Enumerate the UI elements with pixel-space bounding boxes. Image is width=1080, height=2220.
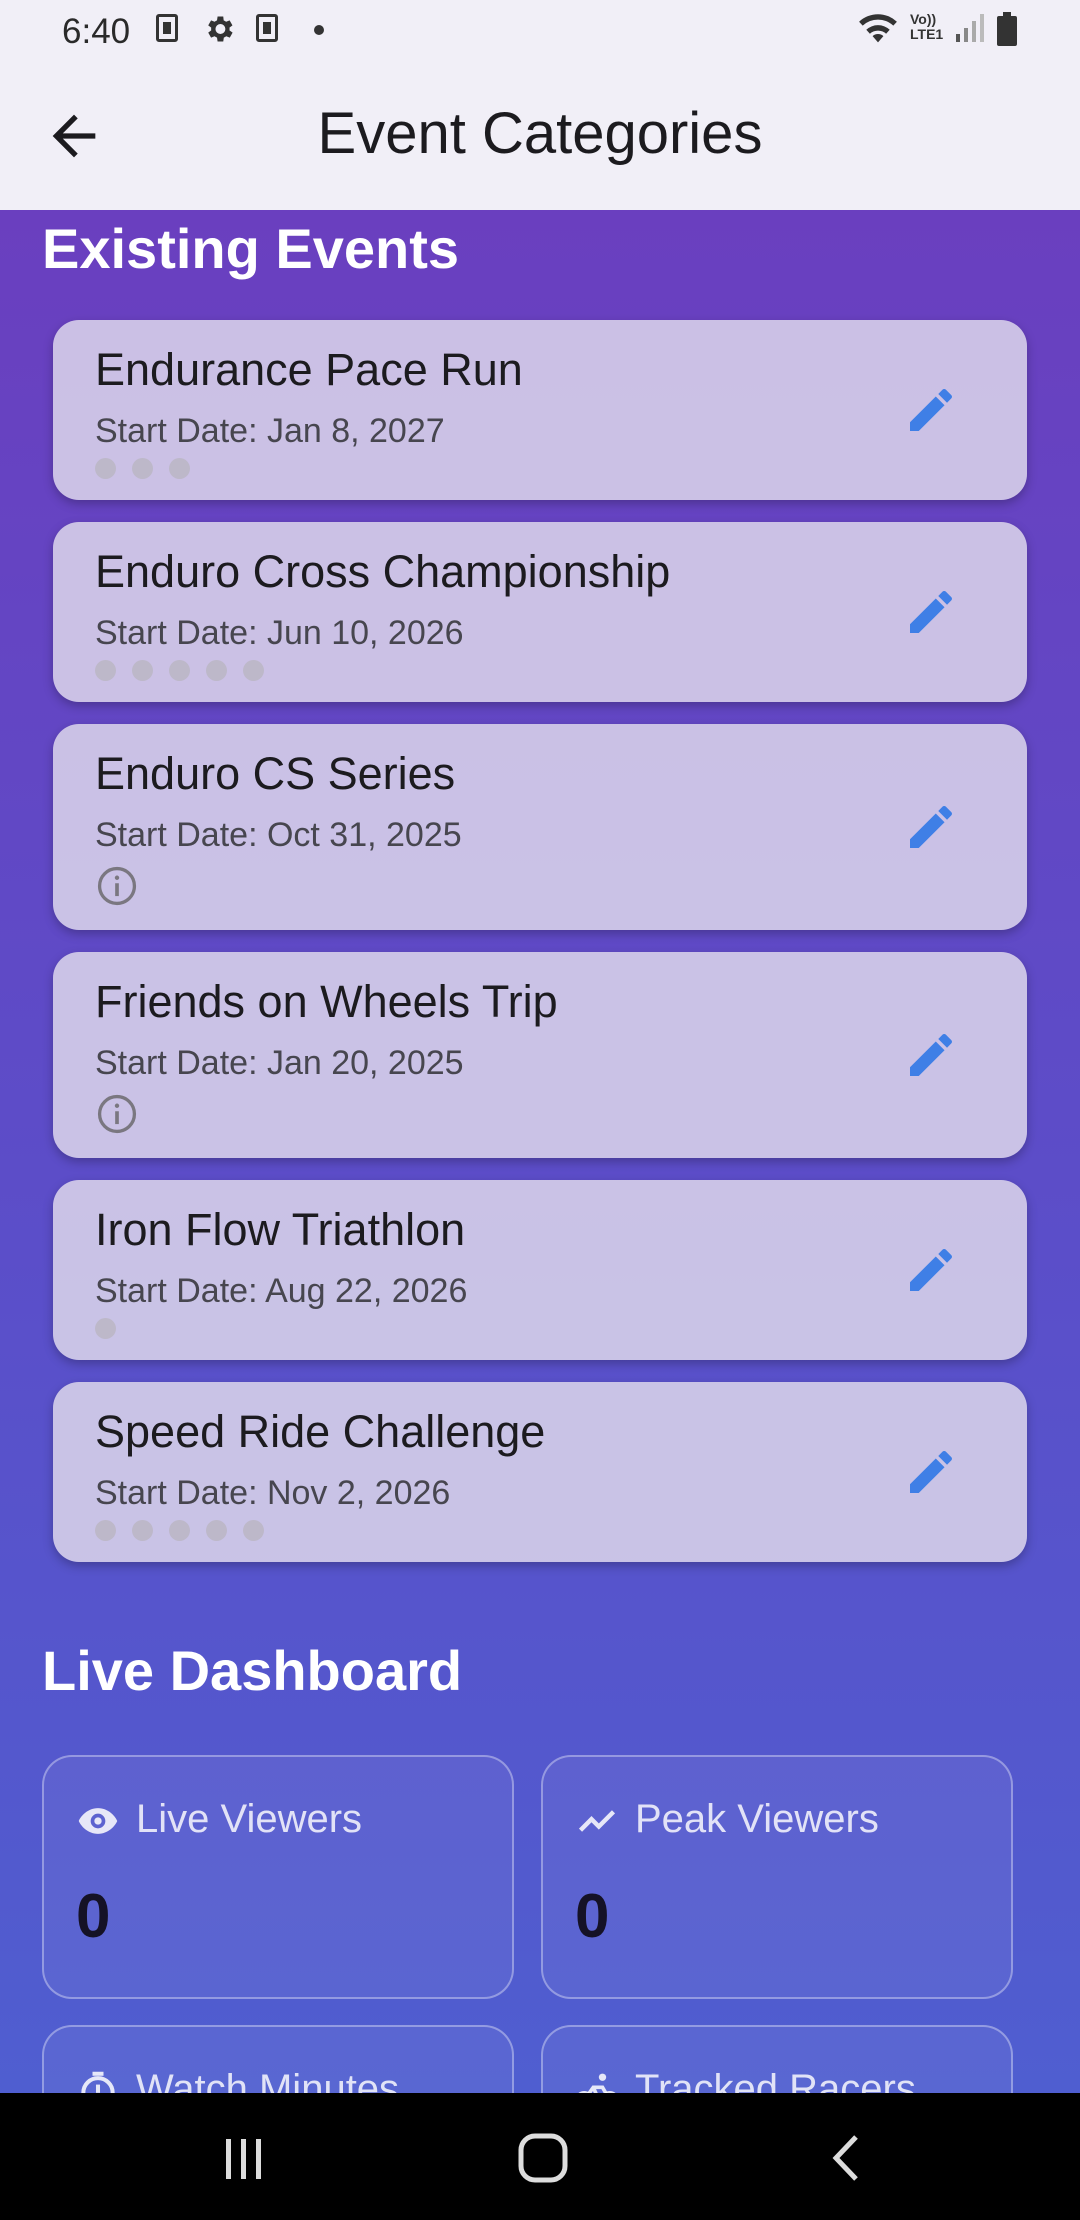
info-icon[interactable] — [95, 1092, 139, 1136]
dot — [206, 660, 227, 681]
event-start-date: Start Date: Oct 31, 2025 — [95, 816, 462, 854]
pencil-edit-icon[interactable] — [903, 584, 959, 640]
event-start-date: Start Date: Jan 20, 2025 — [95, 1044, 464, 1082]
event-name: Enduro CS Series — [95, 748, 456, 799]
event-start-date: Start Date: Jun 10, 2026 — [95, 614, 464, 652]
event-card[interactable]: Speed Ride Challenge Start Date: Nov 2, 2… — [53, 1382, 1027, 1562]
dot — [95, 1318, 116, 1339]
dot — [132, 1520, 153, 1541]
event-name: Friends on Wheels Trip — [95, 976, 558, 1027]
dot — [169, 458, 190, 479]
event-name: Enduro Cross Championship — [95, 546, 671, 597]
volte-icon: Vo)) LTE1 — [910, 12, 943, 42]
info-icon[interactable] — [95, 864, 139, 908]
stat-label: Watch Minutes — [136, 2067, 400, 2093]
dot — [243, 1520, 264, 1541]
live-dashboard-heading: Live Dashboard — [42, 1639, 463, 1702]
timer-icon — [76, 2069, 120, 2093]
system-nav-bar — [0, 2093, 1080, 2220]
pencil-edit-icon[interactable] — [903, 1027, 959, 1083]
bike-icon — [575, 2069, 619, 2093]
loading-dots — [95, 458, 190, 479]
stat-label: Live Viewers — [136, 1797, 363, 1841]
dot — [95, 660, 116, 681]
signal-icon — [954, 12, 984, 49]
pencil-edit-icon[interactable] — [903, 1444, 959, 1500]
event-start-date: Start Date: Aug 22, 2026 — [95, 1272, 468, 1310]
event-card[interactable]: Iron Flow Triathlon Start Date: Aug 22, 2… — [53, 1180, 1027, 1360]
dot — [206, 1520, 227, 1541]
app-bar: Event Categories — [0, 62, 1080, 210]
pencil-edit-icon[interactable] — [903, 1242, 959, 1298]
dot — [95, 1520, 116, 1541]
event-card[interactable]: Enduro Cross Championship Start Date: Jun… — [53, 522, 1027, 702]
event-name: Endurance Pace Run — [95, 344, 523, 395]
stat-label: Peak Viewers — [635, 1797, 879, 1841]
stat-label: Tracked Racers — [635, 2067, 916, 2093]
pencil-edit-icon[interactable] — [903, 382, 959, 438]
event-card[interactable]: Endurance Pace Run Start Date: Jan 8, 202… — [53, 320, 1027, 500]
event-card[interactable]: Enduro CS Series Start Date: Oct 31, 2025 — [53, 724, 1027, 930]
back-icon[interactable] — [826, 2133, 866, 2188]
stat-card: Tracked Racers — [541, 2025, 1013, 2093]
dot — [132, 660, 153, 681]
page-title: Event Categories — [317, 101, 763, 166]
dot — [169, 1520, 190, 1541]
event-name: Speed Ride Challenge — [95, 1406, 546, 1457]
stat-card: Peak Viewers 0 — [541, 1755, 1013, 1999]
recent-apps-icon[interactable] — [222, 2137, 266, 2186]
trending-up-icon — [575, 1799, 619, 1843]
eye-icon — [76, 1799, 120, 1843]
battery-icon — [996, 12, 1018, 51]
status-bar: 6:40 Vo)) LTE1 — [0, 0, 1080, 62]
main-content[interactable]: Existing Events Endurance Pace Run Start … — [0, 210, 1080, 2093]
stat-card: Watch Minutes — [42, 2025, 514, 2093]
pencil-edit-icon[interactable] — [903, 799, 959, 855]
stat-card: Live Viewers 0 — [42, 1755, 514, 1999]
dot — [95, 458, 116, 479]
loading-dots — [95, 1520, 264, 1541]
status-time: 6:40 — [62, 12, 131, 51]
volte-top-text: Vo)) — [910, 11, 937, 27]
k-box-icon — [156, 14, 178, 42]
dot — [132, 458, 153, 479]
home-icon[interactable] — [518, 2133, 568, 2188]
stat-value: 0 — [76, 1882, 111, 1951]
dot-icon — [314, 25, 324, 35]
loading-dots — [95, 1318, 116, 1339]
event-start-date: Start Date: Nov 2, 2026 — [95, 1474, 451, 1512]
loading-dots — [95, 660, 264, 681]
dot — [169, 660, 190, 681]
k-box-icon — [256, 14, 278, 42]
dot — [243, 660, 264, 681]
volte-bottom-text: LTE1 — [910, 26, 944, 42]
existing-events-heading: Existing Events — [42, 217, 460, 280]
gear-icon — [202, 12, 236, 51]
event-card[interactable]: Friends on Wheels Trip Start Date: Jan 20… — [53, 952, 1027, 1158]
event-name: Iron Flow Triathlon — [95, 1204, 466, 1255]
wifi-icon — [856, 10, 900, 51]
event-start-date: Start Date: Jan 8, 2027 — [95, 412, 445, 450]
stat-value: 0 — [575, 1882, 610, 1951]
